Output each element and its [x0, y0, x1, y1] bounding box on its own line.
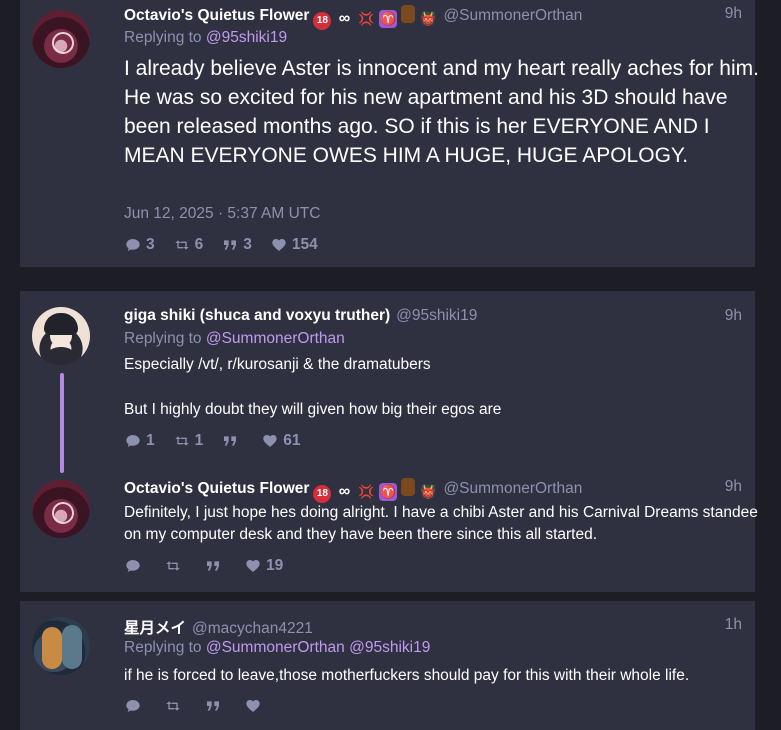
- anger-icon: 💢: [358, 11, 375, 26]
- quote-stat[interactable]: 3: [221, 236, 252, 254]
- avatar[interactable]: [32, 10, 90, 68]
- retweet-stat[interactable]: [164, 698, 186, 714]
- mention-link-1[interactable]: @SummonerOrthan: [206, 639, 345, 656]
- tweet-stats: 19: [124, 557, 301, 575]
- like-count: 154: [291, 236, 318, 253]
- devil-icon: 👹: [420, 11, 437, 26]
- replying-label: Replying to: [124, 330, 202, 347]
- handle[interactable]: @macychan4221: [192, 620, 313, 637]
- quote-count: 3: [243, 236, 252, 253]
- reply-stat[interactable]: 3: [124, 236, 155, 254]
- reply-count: 3: [146, 236, 155, 253]
- tweet-header: Octavio's Quietus Flower 18 ∞ 💢 ♈ 👹 @SummonerO…: [124, 478, 582, 503]
- handle[interactable]: @SummonerOrthan: [443, 7, 582, 24]
- timestamp[interactable]: 9h: [725, 478, 742, 496]
- timestamp[interactable]: 9h: [725, 307, 742, 325]
- age-18-icon: 18: [313, 485, 332, 503]
- tweet-stats: 3 6 3 154: [124, 236, 336, 254]
- quote-icon: [221, 433, 239, 449]
- heart-icon: [244, 698, 262, 714]
- retweet-icon: [164, 558, 182, 574]
- comment-icon: [124, 698, 142, 714]
- infinity-icon: ∞: [338, 483, 351, 500]
- tweet-card-2: giga shiki (shuca and voxyu truther) @95s…: [20, 291, 758, 592]
- tweet-text-line-2: But I highly doubt they will given how b…: [124, 401, 502, 418]
- tweet-header: 星月メイ @macychan4221: [124, 616, 313, 638]
- reply-count: 1: [146, 432, 155, 449]
- display-name[interactable]: 星月メイ: [124, 620, 186, 637]
- avatar[interactable]: [32, 617, 90, 675]
- replying-to: Replying to @SummonerOrthan: [124, 330, 345, 348]
- quote-stat[interactable]: [221, 432, 243, 450]
- retweet-stat[interactable]: [164, 557, 186, 575]
- tweet-card-1: Octavio's Quietus Flower 18 ∞ 💢 ♈ 👹 @SummonerO…: [20, 0, 759, 267]
- reply-stat[interactable]: [124, 698, 146, 714]
- tweet-stats: [124, 698, 284, 714]
- tweet-text: I already believe Aster is innocent and …: [124, 57, 759, 167]
- display-name[interactable]: Octavio's Quietus Flower: [124, 7, 309, 24]
- thread-connector-line: [60, 373, 64, 473]
- top-hat-icon: [401, 478, 416, 496]
- like-count: 61: [283, 432, 301, 449]
- avatar[interactable]: [32, 307, 90, 365]
- like-count: 19: [266, 557, 284, 574]
- retweet-icon: [173, 433, 191, 449]
- anger-icon: 💢: [358, 484, 375, 499]
- quote-icon: [221, 237, 239, 253]
- tweet-stats: 1 1 61: [124, 432, 319, 450]
- retweet-stat[interactable]: 1: [173, 432, 204, 450]
- like-stat[interactable]: [244, 698, 266, 714]
- replying-label: Replying to: [124, 639, 202, 656]
- tweet-text: Definitely, I just hope hes doing alrigh…: [124, 504, 758, 543]
- display-name[interactable]: giga shiki (shuca and voxyu truther): [124, 307, 390, 324]
- tweet-header: Octavio's Quietus Flower 18 ∞ 💢 ♈ 👹 @SummonerO…: [124, 5, 582, 30]
- like-stat[interactable]: 61: [261, 432, 301, 450]
- heart-icon: [270, 237, 288, 253]
- handle[interactable]: @SummonerOrthan: [443, 480, 582, 497]
- tweet-text: if he is forced to leave,those motherfuc…: [124, 667, 690, 684]
- heart-icon: [261, 433, 279, 449]
- mention-link-2[interactable]: @95shiki19: [349, 639, 430, 656]
- retweet-stat[interactable]: 6: [173, 236, 204, 254]
- timestamp[interactable]: 9h: [725, 5, 742, 23]
- reply-stat[interactable]: [124, 557, 146, 575]
- replying-to: Replying to @SummonerOrthan @95shiki19: [124, 639, 430, 657]
- age-18-icon: 18: [313, 12, 332, 30]
- tweet-header: giga shiki (shuca and voxyu truther) @95s…: [124, 307, 477, 325]
- tweet-text-line-1: Especially /vt/, r/kurosanji & the drama…: [124, 356, 431, 373]
- mention-link[interactable]: @95shiki19: [206, 29, 287, 46]
- retweet-count: 6: [194, 236, 204, 253]
- retweet-icon: [164, 698, 182, 714]
- timestamp[interactable]: 1h: [725, 616, 742, 634]
- like-stat[interactable]: 19: [244, 557, 283, 575]
- infinity-icon: ∞: [338, 10, 351, 27]
- tweet-card-3: 星月メイ @macychan4221 1h Replying to @Summon…: [20, 601, 755, 730]
- aries-icon: ♈: [379, 10, 398, 28]
- display-name[interactable]: Octavio's Quietus Flower: [124, 480, 309, 497]
- top-hat-icon: [401, 5, 416, 23]
- comment-icon: [124, 433, 142, 449]
- replying-to: Replying to @95shiki19: [124, 29, 287, 47]
- devil-icon: 👹: [420, 484, 437, 499]
- quote-icon: [204, 558, 222, 574]
- replying-label: Replying to: [124, 29, 202, 46]
- retweet-count: 1: [194, 432, 204, 449]
- quote-stat[interactable]: [204, 698, 226, 714]
- tweet-date[interactable]: Jun 12, 2025 · 5:37 AM UTC: [124, 205, 320, 223]
- retweet-icon: [173, 237, 191, 253]
- comment-icon: [124, 237, 142, 253]
- like-stat[interactable]: 154: [270, 236, 318, 254]
- heart-icon: [244, 558, 262, 574]
- quote-stat[interactable]: [204, 557, 226, 575]
- aries-icon: ♈: [379, 483, 398, 501]
- comment-icon: [124, 558, 142, 574]
- quote-icon: [204, 698, 222, 714]
- avatar[interactable]: [32, 480, 90, 538]
- reply-stat[interactable]: 1: [124, 432, 155, 450]
- mention-link[interactable]: @SummonerOrthan: [206, 330, 345, 347]
- handle[interactable]: @95shiki19: [396, 307, 477, 324]
